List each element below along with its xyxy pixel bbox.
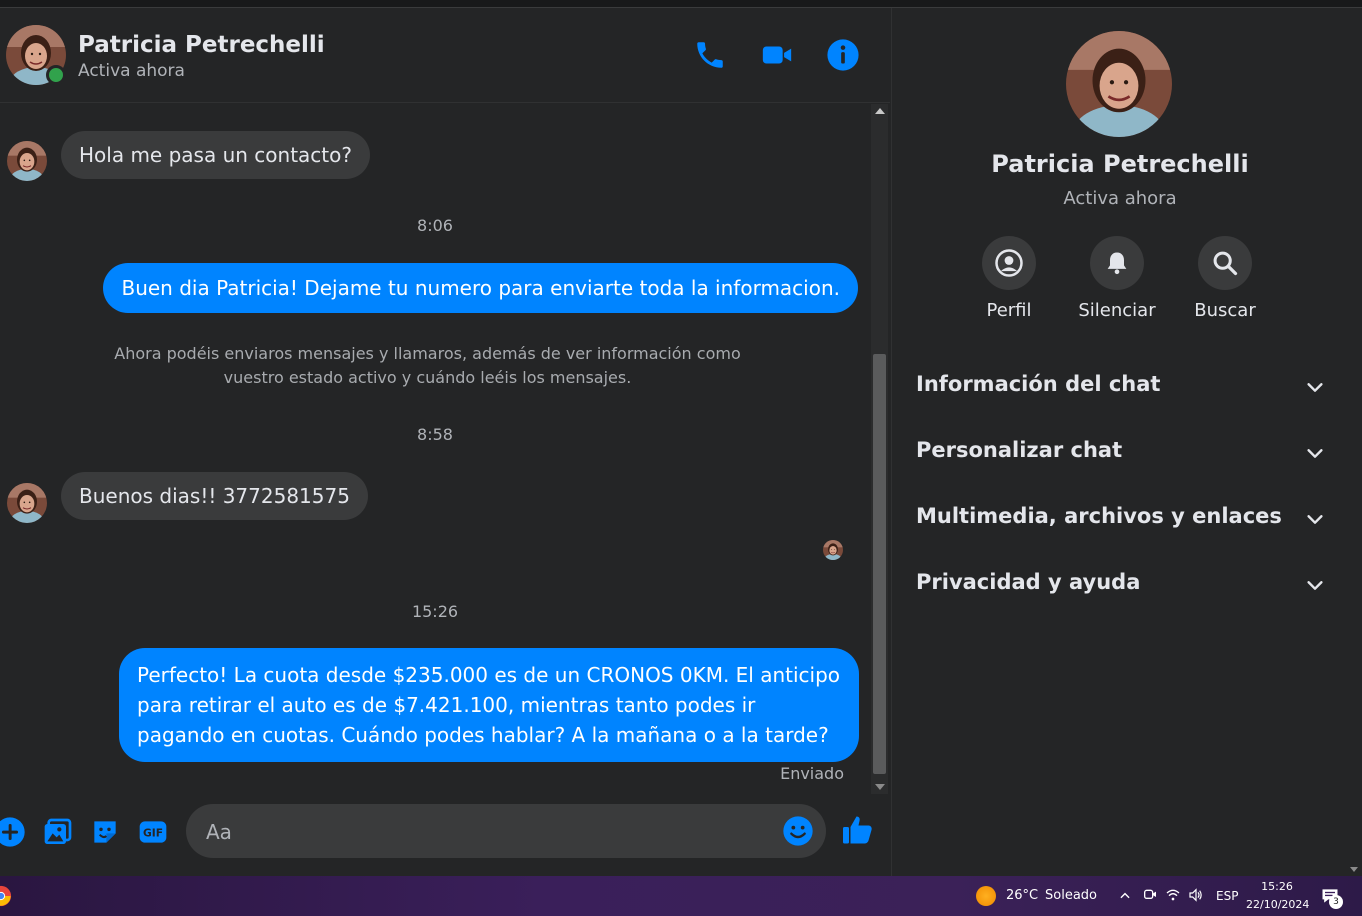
system-notice: Ahora podéis enviaros mensajes y llamaro… bbox=[114, 344, 741, 387]
profile-status: Activa ahora bbox=[1063, 188, 1177, 209]
section-title: Personalizar chat bbox=[916, 438, 1123, 462]
message-input[interactable] bbox=[204, 804, 768, 860]
chrome-icon[interactable] bbox=[0, 885, 12, 907]
weather-desc[interactable]: Soleado bbox=[1045, 888, 1097, 903]
weather-temp[interactable]: 26°C bbox=[1006, 888, 1038, 903]
side-scrollbar[interactable] bbox=[1347, 8, 1362, 876]
section-chat-info[interactable]: Información del chat bbox=[916, 360, 1326, 410]
chat-header: Patricia Petrechelli Activa ahora bbox=[0, 8, 890, 103]
search-icon bbox=[1198, 236, 1252, 290]
chevron-down-icon bbox=[1307, 581, 1323, 590]
section-customize-chat[interactable]: Personalizar chat bbox=[916, 426, 1326, 476]
notification-count-badge: 3 bbox=[1329, 895, 1343, 909]
windows-taskbar: 26°C Soleado ESP 15:26 22/10/2024 3 bbox=[0, 876, 1362, 916]
scroll-thumb[interactable] bbox=[873, 354, 886, 774]
outgoing-message[interactable]: Perfecto! La cuota desde $235.000 es de … bbox=[119, 648, 859, 762]
mute-label: Silenciar bbox=[1078, 300, 1156, 321]
plus-icon[interactable] bbox=[0, 816, 26, 848]
sun-icon[interactable] bbox=[976, 886, 996, 906]
sent-status: Enviado bbox=[780, 764, 844, 783]
scroll-down-icon[interactable] bbox=[875, 784, 885, 790]
profile-label: Perfil bbox=[986, 300, 1032, 321]
profile-name: Patricia Petrechelli bbox=[991, 150, 1249, 178]
sender-avatar[interactable] bbox=[7, 483, 47, 523]
scroll-up-icon[interactable] bbox=[875, 108, 885, 114]
chevron-down-icon bbox=[1307, 515, 1323, 524]
timestamp: 8:58 bbox=[417, 425, 453, 444]
input-language[interactable]: ESP bbox=[1216, 889, 1238, 903]
wifi-icon[interactable] bbox=[1165, 887, 1181, 903]
message-composer: GIF bbox=[0, 794, 890, 876]
message-list: Hola me pasa un contacto? 8:06 Buen dia … bbox=[0, 104, 870, 794]
message-scrollbar[interactable] bbox=[871, 104, 888, 794]
sender-avatar[interactable] bbox=[7, 141, 47, 181]
thumbs-up-icon[interactable] bbox=[840, 812, 876, 848]
contact-name[interactable]: Patricia Petrechelli bbox=[78, 32, 325, 58]
chat-panel: Patricia Petrechelli Activa ahora Hola m… bbox=[0, 8, 890, 876]
incoming-message[interactable]: Buenos dias!! 3772581575 bbox=[61, 472, 368, 520]
info-icon[interactable] bbox=[826, 38, 860, 72]
image-icon[interactable] bbox=[42, 816, 74, 848]
phone-icon[interactable] bbox=[693, 38, 727, 72]
section-title: Privacidad y ayuda bbox=[916, 570, 1141, 594]
svg-text:GIF: GIF bbox=[143, 827, 163, 840]
section-title: Información del chat bbox=[916, 372, 1161, 396]
bell-icon bbox=[1090, 236, 1144, 290]
contact-profile-avatar[interactable] bbox=[1066, 31, 1172, 137]
scroll-down-icon[interactable] bbox=[1350, 867, 1358, 872]
message-input-wrapper bbox=[186, 804, 826, 860]
sticker-icon[interactable] bbox=[89, 816, 121, 848]
section-media-files-links[interactable]: Multimedia, archivos y enlaces bbox=[916, 492, 1326, 542]
chevron-down-icon bbox=[1307, 383, 1323, 392]
chat-details-panel: Patricia Petrechelli Activa ahora Perfil… bbox=[891, 8, 1348, 876]
emoji-icon[interactable] bbox=[782, 815, 814, 847]
online-status-dot bbox=[46, 65, 66, 85]
timestamp: 8:06 bbox=[417, 216, 453, 235]
search-label: Buscar bbox=[1194, 300, 1256, 321]
outgoing-message[interactable]: Buen dia Patricia! Dejame tu numero para… bbox=[103, 263, 858, 313]
clock-time[interactable]: 15:26 bbox=[1248, 880, 1306, 893]
window-top-border bbox=[0, 0, 1362, 8]
section-title: Multimedia, archivos y enlaces bbox=[916, 504, 1282, 528]
contact-status: Activa ahora bbox=[78, 61, 185, 81]
user-circle-icon bbox=[982, 236, 1036, 290]
gif-icon[interactable]: GIF bbox=[137, 816, 169, 848]
video-camera-icon[interactable] bbox=[760, 38, 794, 72]
meet-icon[interactable] bbox=[1142, 887, 1158, 903]
clock-date[interactable]: 22/10/2024 bbox=[1246, 898, 1309, 911]
section-privacy-help[interactable]: Privacidad y ayuda bbox=[916, 558, 1326, 608]
search-button[interactable]: Buscar bbox=[1170, 236, 1280, 321]
chevron-down-icon bbox=[1307, 449, 1323, 458]
read-receipt-avatar bbox=[823, 540, 843, 560]
speaker-icon[interactable] bbox=[1188, 887, 1204, 903]
profile-button[interactable]: Perfil bbox=[954, 236, 1064, 321]
timestamp: 15:26 bbox=[411, 602, 459, 621]
mute-button[interactable]: Silenciar bbox=[1062, 236, 1172, 321]
incoming-message[interactable]: Hola me pasa un contacto? bbox=[61, 131, 370, 179]
chevron-up-icon[interactable] bbox=[1118, 888, 1132, 902]
